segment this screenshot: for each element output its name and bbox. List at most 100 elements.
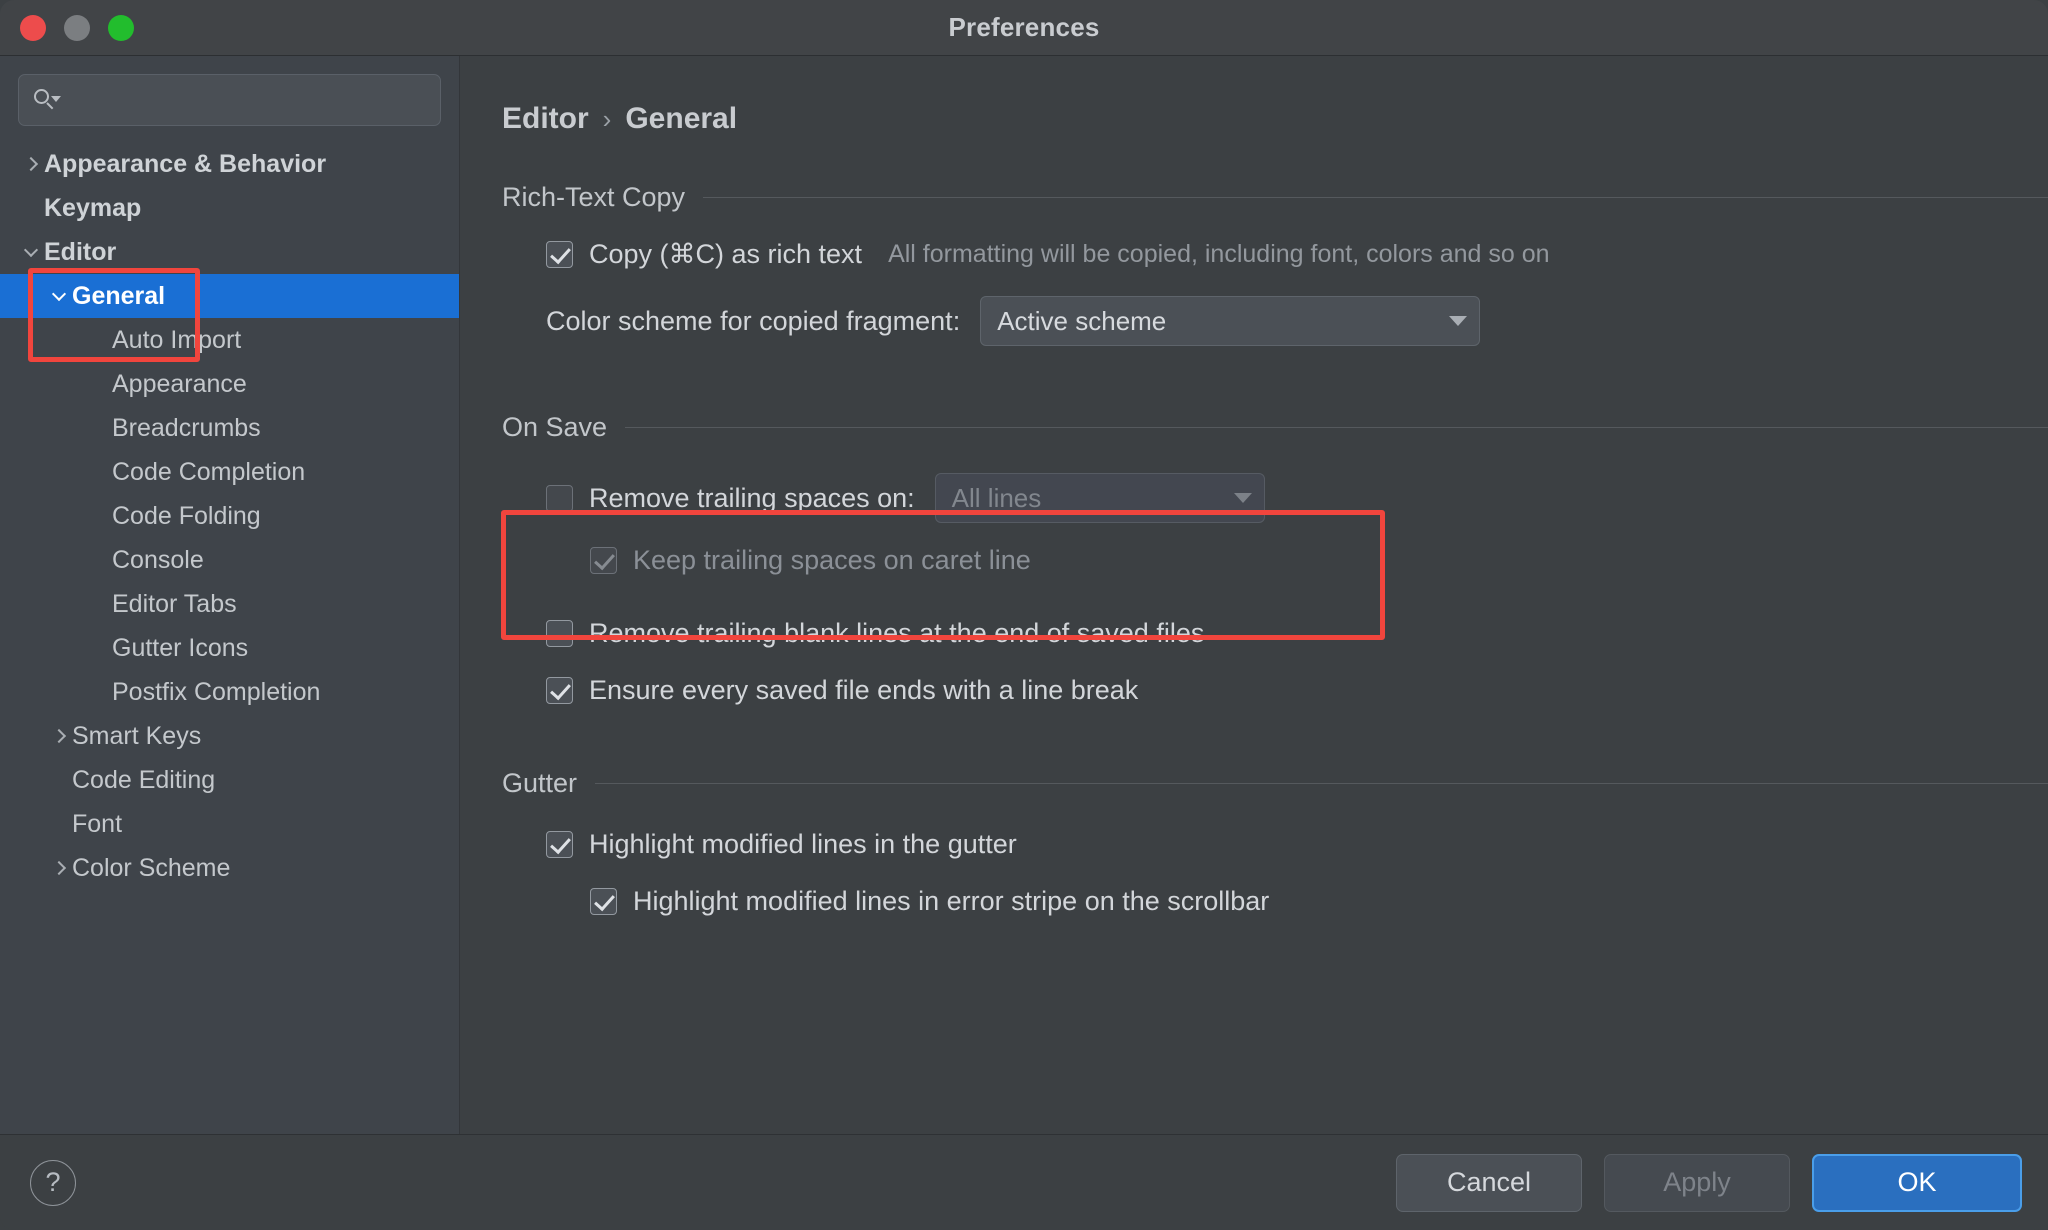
chevron-down-icon[interactable]: [18, 242, 44, 258]
sidebar-item-appearance[interactable]: Appearance: [0, 362, 459, 406]
sidebar-item-label: General: [72, 281, 166, 310]
sidebar-item-font[interactable]: Font: [0, 802, 459, 846]
sidebar-item-label: Console: [112, 545, 204, 574]
sidebar-item-label: Color Scheme: [72, 853, 231, 882]
highlight-modified-lines-label[interactable]: Highlight modified lines in the gutter: [589, 829, 1017, 860]
section-header-rich-text-copy: Rich-Text Copy: [502, 182, 2048, 213]
preferences-window: Preferences Appearance & Behavior Keymap E…: [0, 0, 2048, 1230]
section-gutter: Gutter Highlight modified lines in the g…: [502, 768, 2048, 917]
breadcrumb-parent[interactable]: Editor: [502, 102, 589, 136]
sidebar-item-breadcrumbs[interactable]: Breadcrumbs: [0, 406, 459, 450]
search-icon: [33, 87, 61, 113]
chevron-down-icon: [1233, 493, 1252, 503]
sidebar-item-label: Smart Keys: [72, 721, 202, 750]
dialog-body: Appearance & Behavior Keymap Editor General…: [0, 56, 2048, 1134]
row-color-scheme-for-copied-fragment: Color scheme for copied fragment: Active…: [546, 296, 2048, 346]
breadcrumb-current: General: [625, 102, 738, 135]
remove-trailing-spaces-dropdown[interactable]: All lines: [934, 473, 1265, 523]
row-ensure-line-break: Ensure every saved file ends with a line…: [546, 675, 2048, 706]
sidebar-item-code-folding[interactable]: Code Folding: [0, 494, 459, 538]
highlight-modified-lines-checkbox[interactable]: [546, 831, 573, 858]
chevron-down-icon: [1449, 316, 1468, 326]
close-window-button[interactable]: [20, 14, 46, 41]
settings-tree: Appearance & Behavior Keymap Editor General…: [0, 142, 459, 890]
sidebar-item-console[interactable]: Console: [0, 538, 459, 582]
keep-trailing-spaces-caret-label[interactable]: Keep trailing spaces on caret line: [633, 545, 1031, 576]
ensure-line-break-label[interactable]: Ensure every saved file ends with a line…: [589, 675, 1138, 706]
sidebar-item-label: Appearance: [112, 369, 247, 398]
traffic-light-buttons: [20, 14, 134, 41]
row-remove-trailing-spaces: Remove trailing spaces on: All lines: [546, 473, 2048, 523]
sidebar-item-label: Auto Import: [112, 325, 242, 354]
sidebar-item-label: Code Completion: [112, 457, 306, 486]
sidebar-item-label: Keymap: [44, 193, 142, 222]
search-box[interactable]: [18, 74, 441, 126]
window-title: Preferences: [948, 12, 1100, 42]
sidebar-item-appearance-behavior[interactable]: Appearance & Behavior: [0, 142, 459, 186]
breadcrumb: Editor › General: [502, 102, 2048, 136]
sidebar-item-editor-tabs[interactable]: Editor Tabs: [0, 582, 459, 626]
sidebar-item-editor[interactable]: Editor: [0, 230, 459, 274]
color-scheme-label: Color scheme for copied fragment:: [546, 305, 961, 336]
sidebar-item-general[interactable]: General: [0, 274, 459, 318]
color-scheme-dropdown[interactable]: Active scheme: [980, 296, 1481, 346]
sidebar-item-color-scheme[interactable]: Color Scheme: [0, 846, 459, 890]
sidebar-item-label: Font: [72, 809, 123, 838]
minimize-window-button[interactable]: [64, 14, 90, 41]
settings-sidebar: Appearance & Behavior Keymap Editor General…: [0, 56, 460, 1134]
chevron-right-icon[interactable]: [46, 860, 72, 876]
cancel-button[interactable]: Cancel: [1396, 1153, 1582, 1212]
remove-trailing-spaces-checkbox[interactable]: [546, 484, 573, 512]
sidebar-item-label: Code Editing: [72, 765, 216, 794]
section-title: Gutter: [502, 768, 578, 798]
section-header-gutter: Gutter: [502, 768, 2048, 799]
section-header-on-save: On Save: [502, 412, 2048, 443]
sidebar-item-label: Appearance & Behavior: [44, 149, 327, 178]
zoom-window-button[interactable]: [108, 14, 134, 41]
copy-as-rich-text-checkbox[interactable]: [546, 241, 573, 268]
highlight-error-stripe-checkbox[interactable]: [590, 888, 617, 915]
section-divider: [625, 427, 2048, 428]
copy-as-rich-text-label[interactable]: Copy (⌘C) as rich text: [589, 239, 862, 270]
section-title: On Save: [502, 412, 608, 442]
sidebar-item-code-completion[interactable]: Code Completion: [0, 450, 459, 494]
row-highlight-error-stripe: Highlight modified lines in error stripe…: [590, 886, 2048, 917]
row-copy-as-rich-text: Copy (⌘C) as rich text All formatting wi…: [546, 239, 2048, 270]
sidebar-item-label: Breadcrumbs: [112, 413, 261, 442]
help-button[interactable]: ?: [30, 1159, 76, 1206]
sidebar-item-postfix-completion[interactable]: Postfix Completion: [0, 670, 459, 714]
row-highlight-modified-lines: Highlight modified lines in the gutter: [546, 829, 2048, 860]
remove-trailing-blank-lines-checkbox[interactable]: [546, 620, 573, 647]
section-divider: [595, 783, 2048, 784]
sidebar-item-gutter-icons[interactable]: Gutter Icons: [0, 626, 459, 670]
sidebar-item-smart-keys[interactable]: Smart Keys: [0, 714, 459, 758]
remove-trailing-spaces-value: All lines: [951, 482, 1042, 513]
chevron-right-icon[interactable]: [18, 156, 44, 172]
row-keep-trailing-spaces-on-caret-line: Keep trailing spaces on caret line: [590, 545, 2048, 576]
breadcrumb-separator-icon: ›: [602, 103, 612, 134]
remove-trailing-blank-lines-label[interactable]: Remove trailing blank lines at the end o…: [589, 618, 1204, 649]
search-input[interactable]: [67, 88, 426, 112]
sidebar-item-auto-import[interactable]: Auto Import: [0, 318, 459, 362]
sidebar-item-code-editing[interactable]: Code Editing: [0, 758, 459, 802]
chevron-down-icon[interactable]: [46, 286, 72, 302]
keep-trailing-spaces-caret-checkbox[interactable]: [590, 547, 617, 574]
sidebar-item-keymap[interactable]: Keymap: [0, 186, 459, 230]
color-scheme-value: Active scheme: [997, 305, 1167, 336]
highlight-error-stripe-label[interactable]: Highlight modified lines in error stripe…: [633, 886, 1269, 917]
sidebar-item-label: Postfix Completion: [112, 677, 321, 706]
sidebar-item-label: Gutter Icons: [112, 633, 249, 662]
ensure-line-break-checkbox[interactable]: [546, 677, 573, 704]
section-rich-text-copy: Rich-Text Copy Copy (⌘C) as rich text Al…: [502, 182, 2048, 346]
sidebar-search-wrap: [0, 56, 459, 126]
window-titlebar: Preferences: [0, 0, 2048, 56]
section-divider: [703, 197, 2048, 198]
chevron-right-icon[interactable]: [46, 728, 72, 744]
sidebar-item-label: Editor: [44, 237, 117, 266]
ok-button[interactable]: OK: [1812, 1153, 2022, 1212]
settings-detail-panel: Editor › General Rich-Text Copy Copy (⌘C…: [460, 56, 2048, 1134]
apply-button[interactable]: Apply: [1604, 1153, 1790, 1212]
copy-as-rich-text-hint: All formatting will be copied, including…: [888, 240, 1550, 268]
remove-trailing-spaces-label[interactable]: Remove trailing spaces on:: [589, 483, 915, 514]
row-remove-trailing-blank-lines: Remove trailing blank lines at the end o…: [546, 618, 2048, 649]
